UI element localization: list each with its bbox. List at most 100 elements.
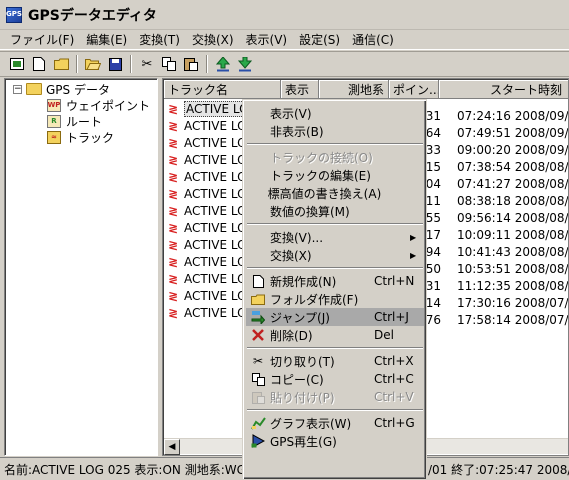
column-header-points[interactable]: ポイン...	[389, 80, 439, 99]
paste-icon[interactable]	[180, 53, 202, 75]
track-icon: ≷	[168, 101, 179, 116]
tree-node-routes[interactable]: R ルート	[47, 113, 102, 129]
gps-data-tree[interactable]: − GPS データ WP ウェイポイント R ルート ≈ トラック	[4, 78, 158, 456]
context-menu-item[interactable]: 削除(D) Del	[246, 326, 424, 344]
submenu-arrow-icon: ▶	[410, 232, 417, 242]
context-menu-item[interactable]: 表示(V)	[246, 104, 424, 122]
menu-item-label: コピー(C)	[270, 372, 324, 387]
new-file-icon[interactable]	[28, 53, 50, 75]
menu-convert[interactable]: 変換(T)	[133, 30, 186, 49]
play-icon	[250, 433, 266, 449]
column-header-datum[interactable]: 測地系	[319, 80, 389, 99]
context-menu-item[interactable]: トラックの編集(E)	[246, 166, 424, 184]
save-icon[interactable]	[104, 53, 126, 75]
menu-separator	[247, 143, 423, 145]
copy-icon	[250, 371, 266, 387]
context-menu-item[interactable]: 交換(X) ▶	[246, 246, 424, 264]
menu-comm[interactable]: 通信(C)	[346, 30, 400, 49]
menu-item-shortcut: Ctrl+V	[374, 390, 414, 404]
open-folder-icon[interactable]	[82, 53, 104, 75]
menu-item-icon-slot	[250, 167, 266, 183]
track-icon: ≷	[168, 220, 179, 235]
menu-item-label: 変換(V)...	[270, 230, 324, 245]
track-icon: ≷	[168, 254, 179, 269]
start-time: 07:41:27 2008/08/...	[457, 176, 569, 191]
start-time: 09:00:20 2008/09/...	[457, 142, 569, 157]
track-icon: ≷	[168, 169, 179, 184]
panel-icon[interactable]	[6, 53, 28, 75]
toolbar-divider	[130, 55, 132, 73]
context-menu-item[interactable]: フォルダ作成(F)	[246, 290, 424, 308]
track-icon: ≷	[168, 135, 179, 150]
tree-node-label: ルート	[66, 114, 103, 129]
context-menu-item[interactable]: 変換(V)... ▶	[246, 228, 424, 246]
context-menu-item[interactable]: 新規作成(N) Ctrl+N	[246, 272, 424, 290]
track-icon: ≷	[168, 237, 179, 252]
jump-icon	[250, 309, 266, 325]
context-menu-item[interactable]: ジャンプ(J) Ctrl+J	[246, 308, 424, 326]
window-title: GPSデータエディタ	[28, 7, 157, 24]
menu-item-icon-slot	[250, 123, 266, 139]
column-header-visible[interactable]: 表示	[281, 80, 319, 99]
menu-separator	[247, 223, 423, 225]
menu-item-icon-slot	[250, 203, 266, 219]
upload-icon[interactable]	[212, 53, 234, 75]
context-menu-item[interactable]: 非表示(B)	[246, 122, 424, 140]
menu-file[interactable]: ファイル(F)	[4, 30, 80, 49]
menu-item-label: 削除(D)	[270, 328, 313, 343]
menu-item-label: 新規作成(N)	[270, 274, 337, 289]
list-header: トラック名 表示 測地系 ポイン... スタート時刻	[164, 80, 568, 99]
context-menu-item: トラックの接続(O)	[246, 148, 424, 166]
menu-exchange[interactable]: 交換(X)	[186, 30, 240, 49]
menu-separator	[247, 267, 423, 269]
context-menu-item[interactable]: コピー(C) Ctrl+C	[246, 370, 424, 388]
menu-separator	[247, 347, 423, 349]
new-folder-icon[interactable]	[50, 53, 72, 75]
menu-item-shortcut: Ctrl+N	[374, 274, 415, 288]
menu-item-label: 標高値の書き換え(A)	[267, 186, 382, 201]
menu-item-label: GPS再生(G)	[270, 434, 337, 449]
menu-item-shortcut: Ctrl+J	[374, 310, 409, 324]
menu-item-label: 切り取り(T)	[270, 354, 335, 369]
paste-icon	[250, 389, 266, 405]
title-bar: GPS GPSデータエディタ	[0, 0, 569, 30]
menu-item-label: 貼り付け(P)	[270, 390, 335, 405]
status-text-tail: /01 終了:07:25:47 2008/09/0	[428, 462, 569, 477]
toolbar-divider	[76, 55, 78, 73]
context-menu-item: 貼り付け(P) Ctrl+V	[246, 388, 424, 406]
status-text: 名前:ACTIVE LOG 025 表示:ON 測地系:WGS84	[4, 462, 269, 477]
scroll-left-icon[interactable]: ◀	[164, 439, 180, 455]
folder-icon	[26, 83, 42, 95]
graph-icon	[250, 415, 266, 431]
tree-node-root[interactable]: − GPS データ	[13, 81, 110, 97]
menu-item-label: トラックの接続(O)	[270, 150, 373, 165]
context-menu-item[interactable]: 標高値の書き換え(A)	[246, 184, 424, 202]
start-time: 17:30:16 2008/07/...	[457, 295, 569, 310]
menu-item-label: フォルダ作成(F)	[270, 292, 359, 307]
column-header-name[interactable]: トラック名	[164, 80, 281, 99]
start-time: 08:38:18 2008/08/...	[457, 193, 569, 208]
context-menu-item[interactable]: グラフ表示(W) Ctrl+G	[246, 414, 424, 432]
copy-icon[interactable]	[158, 53, 180, 75]
cut-icon[interactable]: ✂	[136, 53, 158, 75]
context-menu-item[interactable]: GPS再生(G)	[246, 432, 424, 450]
menu-settings[interactable]: 設定(S)	[293, 30, 346, 49]
download-icon[interactable]	[234, 53, 256, 75]
delete-icon	[250, 327, 266, 343]
track-icon: ≷	[168, 288, 179, 303]
start-time: 11:12:35 2008/08/...	[457, 278, 569, 293]
menu-item-label: ジャンプ(J)	[270, 310, 330, 325]
start-time: 10:09:11 2008/08/...	[457, 227, 569, 242]
context-menu-item[interactable]: 数値の換算(M)	[246, 202, 424, 220]
context-menu-item[interactable]: ✂ 切り取り(T) Ctrl+X	[246, 352, 424, 370]
tree-node-waypoints[interactable]: WP ウェイポイント	[47, 97, 150, 113]
menu-item-label: トラックの編集(E)	[270, 168, 371, 183]
track-folder-icon: ≈	[47, 130, 61, 144]
column-header-start-time[interactable]: スタート時刻	[439, 80, 568, 99]
collapse-icon[interactable]: −	[13, 84, 22, 94]
tree-node-tracks[interactable]: ≈ トラック	[47, 129, 114, 145]
start-time: 07:24:16 2008/09/...	[457, 108, 569, 123]
menu-view[interactable]: 表示(V)	[240, 30, 294, 49]
menu-item-label: 非表示(B)	[270, 124, 324, 139]
menu-edit[interactable]: 編集(E)	[80, 30, 133, 49]
